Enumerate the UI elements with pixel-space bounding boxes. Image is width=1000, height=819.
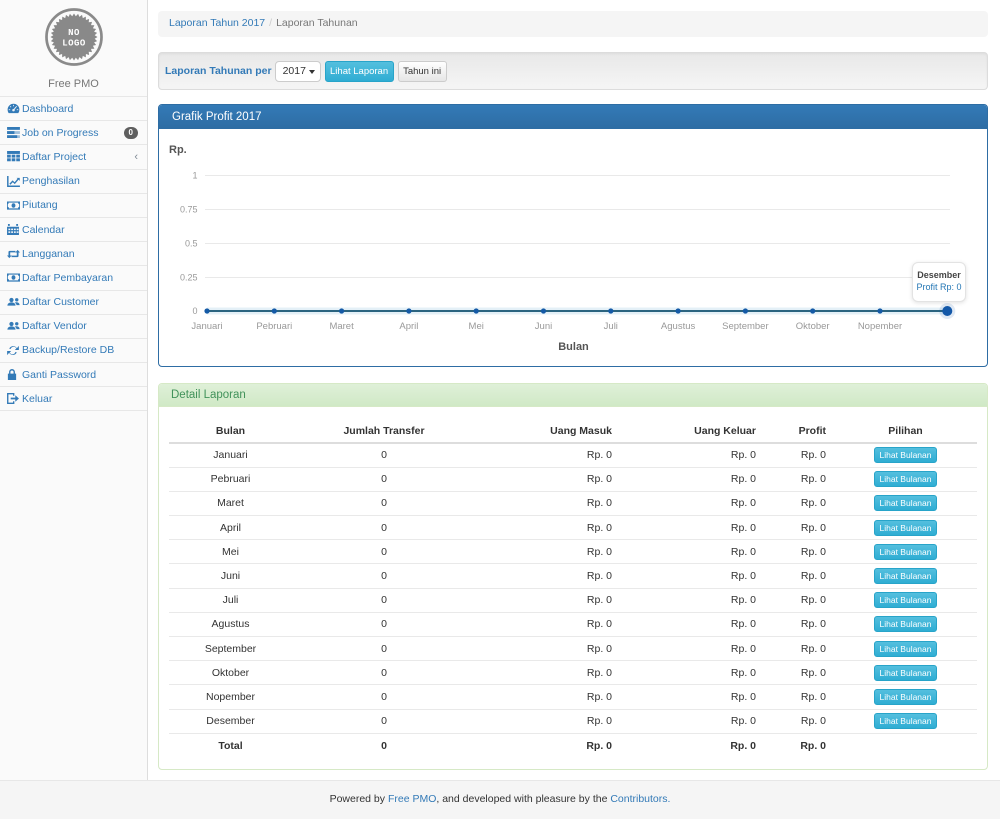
- svg-text:Oktober: Oktober: [796, 321, 830, 332]
- svg-text:April: April: [399, 321, 418, 332]
- svg-text:Pebruari: Pebruari: [256, 321, 292, 332]
- svg-text:Januari: Januari: [191, 321, 222, 332]
- svg-text:Juni: Juni: [535, 321, 552, 332]
- svg-text:September: September: [722, 321, 768, 332]
- svg-text:1: 1: [192, 171, 197, 181]
- svg-text:Bulan: Bulan: [558, 341, 589, 353]
- svg-text:0.75: 0.75: [180, 205, 198, 215]
- svg-text:0.5: 0.5: [185, 239, 198, 249]
- svg-text:0: 0: [192, 306, 197, 316]
- svg-text:0.25: 0.25: [180, 273, 198, 283]
- svg-text:Agustus: Agustus: [661, 321, 696, 332]
- svg-text:Mei: Mei: [469, 321, 484, 332]
- svg-text:Juli: Juli: [604, 321, 618, 332]
- svg-text:Maret: Maret: [329, 321, 354, 332]
- svg-text:NO: NO: [68, 28, 80, 38]
- svg-text:Rp.: Rp.: [169, 144, 187, 156]
- svg-text:Nopember: Nopember: [858, 321, 902, 332]
- svg-text:LOGO: LOGO: [62, 39, 86, 49]
